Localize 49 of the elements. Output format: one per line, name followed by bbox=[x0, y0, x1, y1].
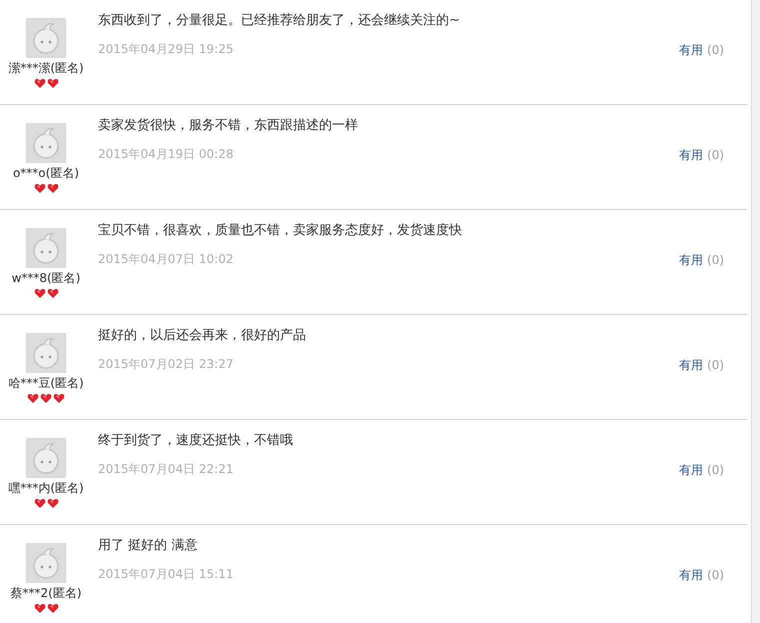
useful-link[interactable]: 有用 bbox=[679, 357, 704, 373]
heart-icon bbox=[27, 393, 39, 404]
review-text: 终于到货了，速度还挺快，不错哦 bbox=[98, 432, 294, 450]
heart-icon bbox=[40, 393, 52, 404]
review-date: 2015年04月19日 00:28 bbox=[98, 146, 234, 162]
useful-count: (0) bbox=[707, 357, 724, 373]
user-name: 潆***潆(匿名) bbox=[8, 60, 84, 76]
user-name: o***o(匿名) bbox=[12, 165, 80, 181]
heart-icon bbox=[46, 603, 58, 614]
avatar-icon bbox=[26, 123, 66, 163]
avatar-icon bbox=[26, 438, 66, 478]
review-date: 2015年07月04日 22:21 bbox=[98, 461, 234, 477]
review-date: 2015年07月02日 23:27 bbox=[98, 356, 234, 372]
heart-icon bbox=[46, 288, 58, 299]
review-text: 挺好的，以后还会再来，很好的产品 bbox=[98, 327, 307, 345]
user-name: 哈***豆(匿名) bbox=[8, 375, 84, 391]
useful-link[interactable]: 有用 bbox=[679, 147, 704, 163]
heart-icon bbox=[34, 603, 46, 614]
review-text: 卖家发货很快，服务不错，东西跟描述的一样 bbox=[98, 117, 359, 135]
review-text: 宝贝不错，很喜欢，质量也不错，卖家服务态度好，发货速度快 bbox=[98, 222, 463, 240]
user-name: w***8(匿名) bbox=[12, 270, 80, 286]
heart-icon bbox=[34, 78, 46, 89]
heart-icon bbox=[34, 288, 46, 299]
user-name: 嘿***内(匿名) bbox=[8, 480, 84, 496]
useful-count: (0) bbox=[707, 462, 724, 478]
useful-count: (0) bbox=[707, 252, 724, 268]
heart-icon bbox=[46, 78, 58, 89]
avatar-icon bbox=[26, 543, 66, 583]
review-date: 2015年07月04日 15:11 bbox=[98, 566, 234, 582]
useful-link[interactable]: 有用 bbox=[679, 252, 704, 268]
useful-count: (0) bbox=[707, 567, 724, 583]
heart-icon bbox=[34, 498, 46, 509]
review-text: 东西收到了，分量很足。已经推荐给朋友了，还会继续关注的~ bbox=[98, 12, 461, 30]
useful-link[interactable]: 有用 bbox=[679, 462, 704, 478]
avatar-icon bbox=[26, 228, 66, 268]
useful-count: (0) bbox=[707, 147, 724, 163]
useful-link[interactable]: 有用 bbox=[679, 567, 704, 583]
useful-link[interactable]: 有用 bbox=[679, 42, 704, 58]
review-text: 用了 挺好的 满意 bbox=[98, 537, 198, 555]
avatar-icon bbox=[26, 333, 66, 373]
heart-icon bbox=[53, 393, 65, 404]
heart-icon bbox=[46, 183, 58, 194]
avatar-icon bbox=[26, 18, 66, 58]
heart-icon bbox=[34, 183, 46, 194]
review-date: 2015年04月29日 19:25 bbox=[98, 41, 234, 57]
heart-icon bbox=[46, 498, 58, 509]
useful-count: (0) bbox=[707, 42, 724, 58]
user-name: 蔡***2(匿名) bbox=[10, 585, 82, 601]
review-date: 2015年04月07日 10:02 bbox=[98, 251, 234, 267]
